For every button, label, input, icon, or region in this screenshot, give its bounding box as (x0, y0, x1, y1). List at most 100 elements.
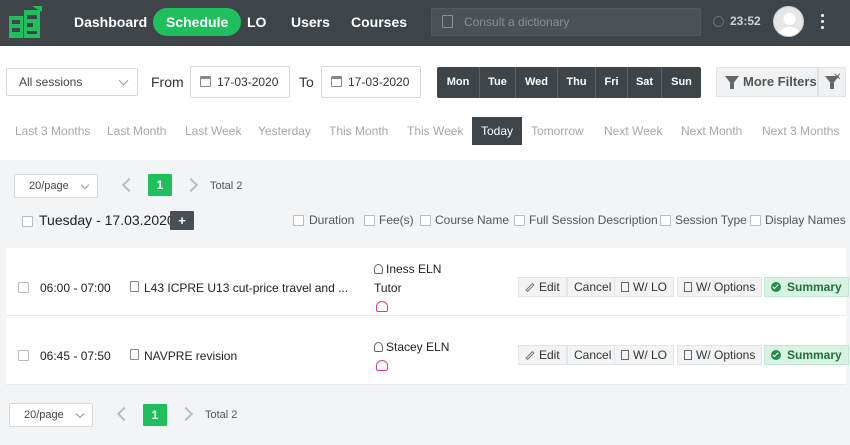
select-all-checkbox[interactable] (22, 216, 33, 227)
next-page-icon[interactable] (183, 177, 199, 193)
table-row: 06:45 - 07:50 NAVPRE revision Stacey ELN… (6, 317, 849, 385)
row-checkbox[interactable] (18, 350, 29, 361)
day-sun[interactable]: Sun (662, 67, 701, 98)
tutor-role: Tutor (374, 281, 402, 295)
summary-label: Summary (787, 280, 842, 294)
copy-icon (684, 350, 692, 360)
day-mon[interactable]: Mon (437, 67, 480, 98)
summary-button[interactable]: Summary (764, 345, 849, 365)
page-number[interactable]: 1 (143, 404, 167, 426)
close-icon: ✕ (833, 72, 842, 83)
day-fri[interactable]: Fri (596, 67, 628, 98)
option-course-name-label: Course Name (435, 213, 510, 227)
option-course-name-checkbox[interactable] (420, 215, 431, 226)
more-menu-icon[interactable] (820, 12, 824, 32)
next-page-icon[interactable] (178, 406, 194, 422)
session-title[interactable]: L43 ICPRE U13 cut-price travel and ... (144, 281, 348, 295)
to-date-value: 17-03-2020 (348, 75, 410, 89)
range-tomorrow[interactable]: Tomorrow (531, 117, 584, 145)
more-filters-button[interactable]: More Filters (716, 67, 818, 97)
day-thu[interactable]: Thu (558, 67, 596, 98)
day-tue[interactable]: Tue (480, 67, 516, 98)
range-last-month[interactable]: Last Month (107, 117, 166, 145)
summary-button[interactable]: Summary (764, 277, 849, 297)
copy-with-options-label: W/ Options (696, 348, 756, 362)
cancel-button[interactable]: Cancel (567, 277, 619, 297)
nav-schedule[interactable]: Schedule (153, 8, 242, 36)
session-title[interactable]: NAVPRE revision (144, 349, 237, 363)
copy-with-options-label: W/ Options (696, 280, 756, 294)
check-circle-icon (771, 282, 781, 292)
option-full-description-label: Full Session Description (529, 213, 658, 227)
avatar-silhouette-icon (778, 13, 801, 36)
total-count: Total 2 (210, 180, 243, 192)
session-time: 06:45 - 07:50 (40, 349, 111, 363)
attendee-icon[interactable] (376, 301, 388, 312)
weekday-toggle-group: Mon Tue Wed Thu Fri Sat Sun (437, 67, 701, 98)
range-next-month[interactable]: Next Month (681, 117, 742, 145)
add-session-button[interactable]: + (170, 211, 194, 230)
from-date-value: 17-03-2020 (217, 75, 279, 89)
clear-filters-button[interactable]: ✕ (818, 67, 846, 97)
edit-button[interactable]: Edit (518, 345, 567, 365)
user-avatar[interactable] (773, 6, 804, 37)
per-page-select[interactable]: 20/page (14, 174, 98, 198)
range-today[interactable]: Today (472, 117, 523, 145)
nav-users[interactable]: Users (278, 8, 343, 36)
pencil-icon (525, 350, 535, 361)
option-session-type-checkbox[interactable] (660, 215, 671, 226)
cancel-button[interactable]: Cancel (567, 345, 619, 365)
top-nav: Dashboard Schedule LO Users Courses Cons… (0, 0, 850, 46)
document-icon (130, 349, 139, 360)
option-display-names-checkbox[interactable] (750, 215, 761, 226)
check-circle-icon (771, 350, 781, 360)
edit-button[interactable]: Edit (518, 277, 567, 297)
range-last-week[interactable]: Last Week (185, 117, 241, 145)
per-page-select[interactable]: 20/page (9, 403, 93, 427)
pencil-icon (525, 282, 535, 293)
nav-lo[interactable]: LO (234, 8, 279, 36)
tutor-name: Iness ELN (374, 262, 441, 276)
from-date-input[interactable]: 17-03-2020 (190, 66, 290, 98)
range-next-3-months[interactable]: Next 3 Months (762, 117, 839, 145)
row-checkbox[interactable] (18, 282, 29, 293)
option-duration-checkbox[interactable] (293, 215, 304, 226)
copy-icon (621, 282, 629, 292)
chevron-down-icon (118, 75, 129, 86)
session-list: 06:00 - 07:00 L43 ICPRE U13 cut-price tr… (6, 248, 849, 385)
range-yesterday[interactable]: Yesterday (258, 117, 311, 145)
copy-with-lo-button[interactable]: W/ LO (614, 277, 675, 297)
page-number[interactable]: 1 (148, 174, 172, 196)
app-logo-icon[interactable] (8, 6, 42, 40)
option-full-description-checkbox[interactable] (514, 215, 525, 226)
prev-page-icon[interactable] (121, 177, 137, 193)
attendee-icon[interactable] (376, 360, 388, 371)
to-date-input[interactable]: 17-03-2020 (321, 66, 421, 98)
dictionary-placeholder: Consult a dictionary (464, 15, 570, 29)
from-label: From (151, 74, 184, 90)
prev-page-icon[interactable] (116, 406, 132, 422)
day-sat[interactable]: Sat (628, 67, 662, 98)
day-wed[interactable]: Wed (516, 67, 558, 98)
range-this-week[interactable]: This Week (407, 117, 463, 145)
tutor-name: Stacey ELN (374, 340, 449, 354)
session-type-select[interactable]: All sessions (6, 68, 138, 96)
copy-with-options-button[interactable]: W/ Options (677, 277, 763, 297)
tutor-icon (374, 264, 383, 274)
copy-with-options-button[interactable]: W/ Options (677, 345, 763, 365)
clock-icon (713, 16, 724, 27)
nav-dashboard[interactable]: Dashboard (61, 8, 160, 36)
option-fees-checkbox[interactable] (364, 215, 375, 226)
edit-label: Edit (539, 280, 560, 294)
range-this-month[interactable]: This Month (329, 117, 388, 145)
range-next-week[interactable]: Next Week (604, 117, 662, 145)
range-last-3-months[interactable]: Last 3 Months (15, 117, 90, 145)
chevron-down-icon (75, 409, 85, 419)
nav-courses[interactable]: Courses (338, 8, 420, 36)
copy-with-lo-button[interactable]: W/ LO (614, 345, 675, 365)
edit-label: Edit (539, 348, 560, 362)
calendar-icon (200, 76, 211, 87)
dictionary-search-input[interactable]: Consult a dictionary (431, 8, 701, 36)
day-group-title: Tuesday - 17.03.2020 (39, 212, 175, 228)
tutor-name-text: Iness ELN (386, 262, 442, 276)
